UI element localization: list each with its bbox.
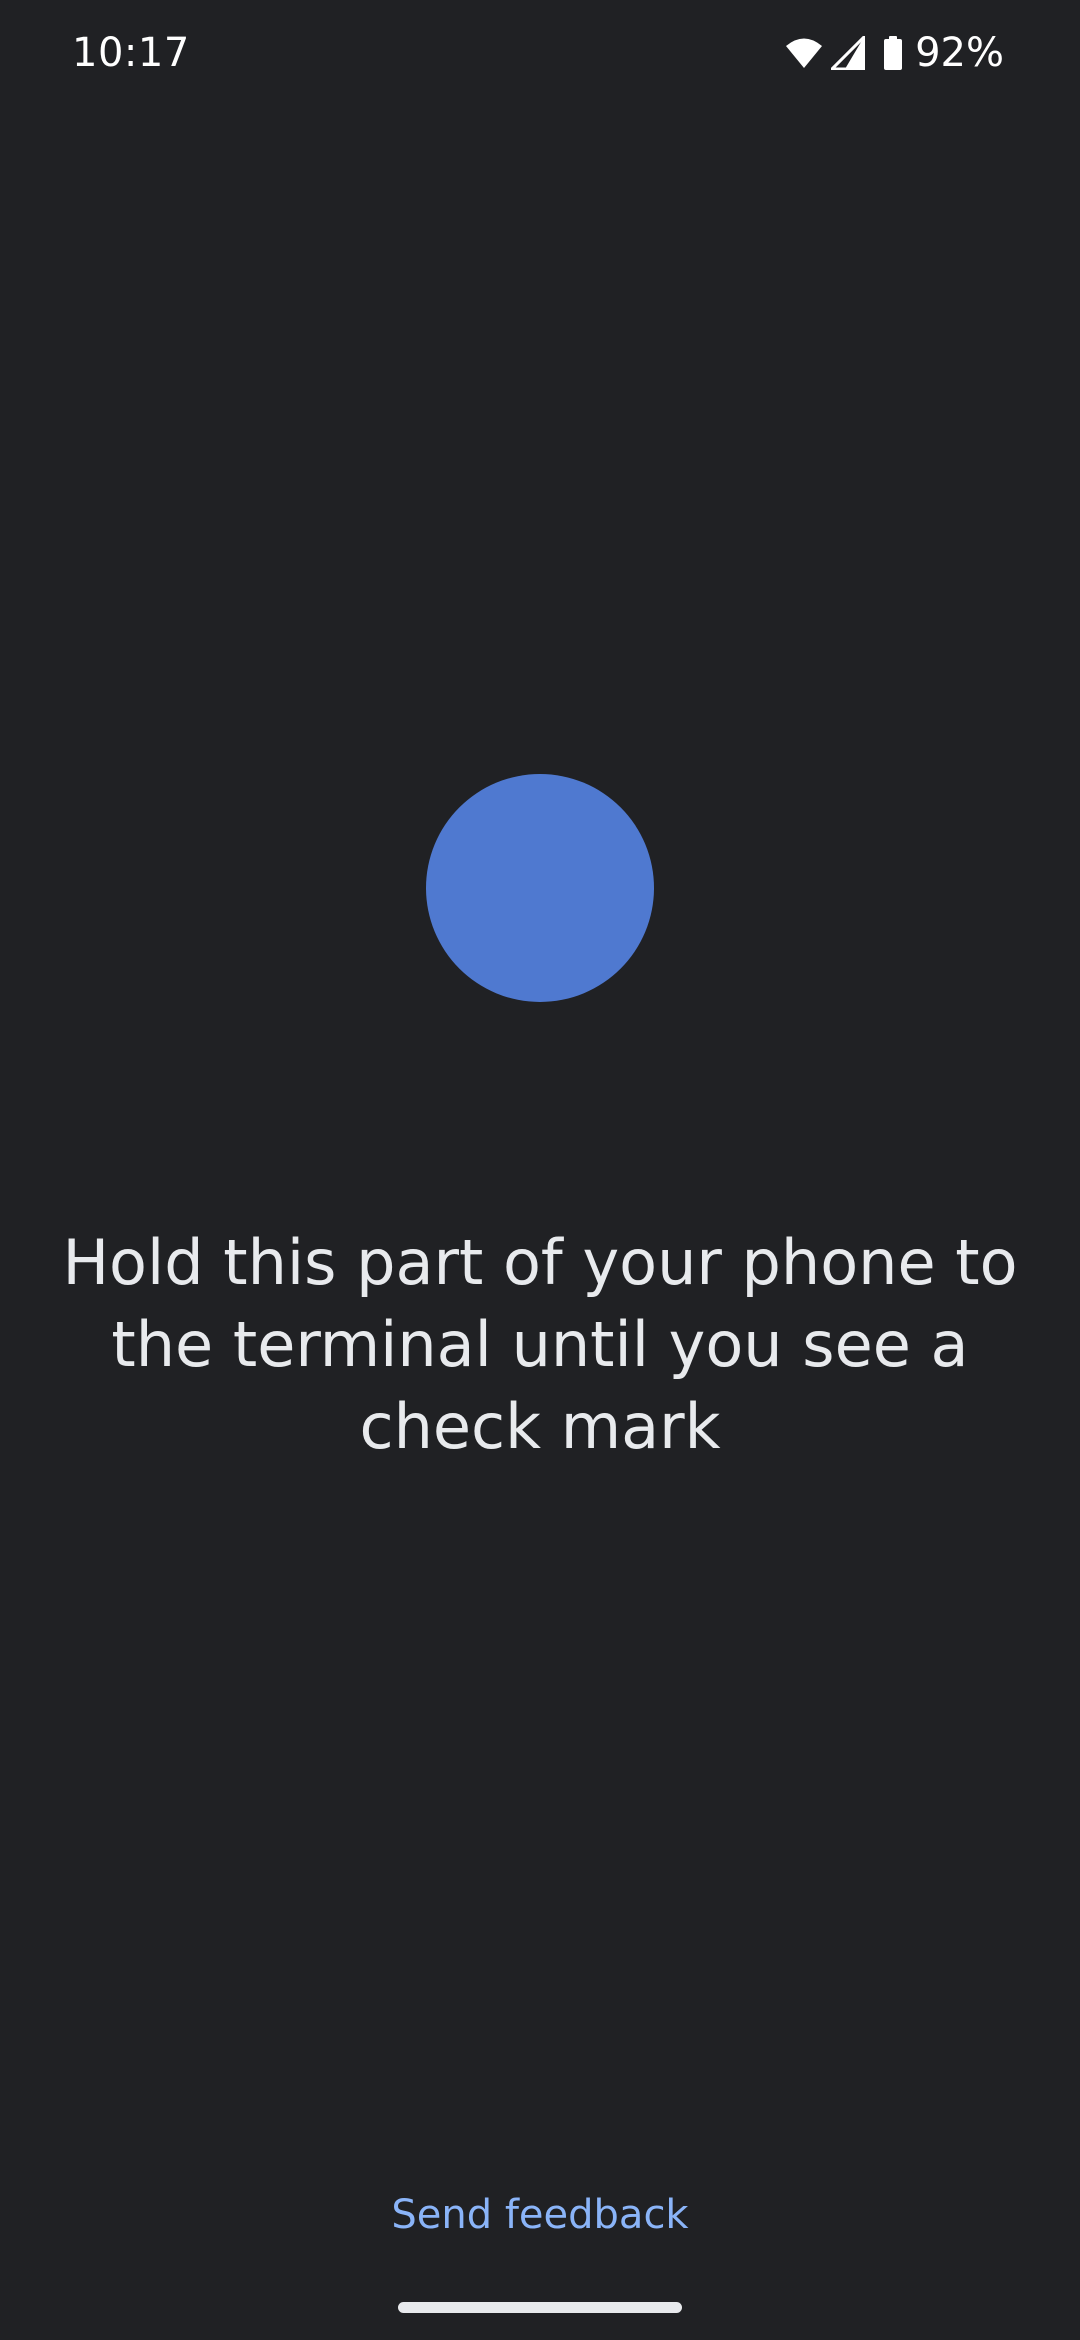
battery-icon: [883, 36, 903, 70]
home-gesture-bar[interactable]: [398, 2302, 682, 2313]
send-feedback-link[interactable]: Send feedback: [340, 2185, 740, 2245]
status-time: 10:17: [72, 30, 190, 76]
wifi-icon: [785, 37, 823, 69]
battery-percent: 92%: [915, 30, 1004, 76]
cell-signal-icon: [831, 36, 866, 70]
tap-instruction-text: Hold this part of your phone to the term…: [62, 1226, 1018, 1463]
nfc-target-circle: [426, 774, 654, 1002]
status-icons: 92%: [785, 28, 1004, 78]
status-bar: 10:17 92%: [0, 0, 1080, 110]
